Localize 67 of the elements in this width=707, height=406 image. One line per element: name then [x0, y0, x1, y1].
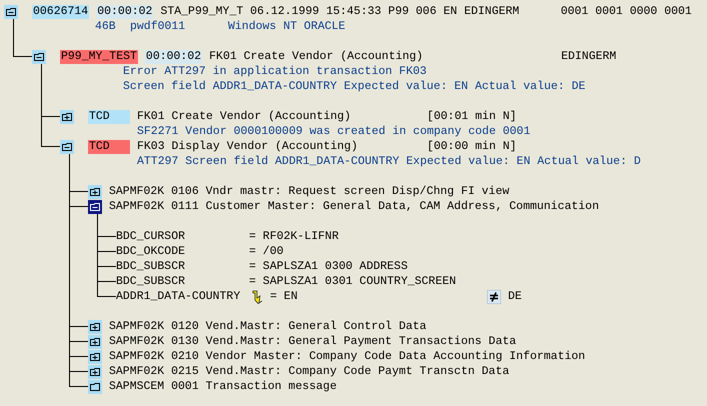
node-title: FK01 Create Vendor (Accounting): [209, 50, 424, 63]
tree-line: [97, 267, 98, 274]
folder-plus-icon[interactable]: [88, 184, 102, 198]
not-equal-icon: [487, 290, 501, 304]
duration-label: [00:01 min N]: [426, 110, 517, 123]
counter-text: 0001 0001 0000 0001: [560, 5, 692, 18]
screen-title: SAPMF02K 0130 Vend.Mastr: General Payment Transactions Data: [109, 335, 516, 348]
tree-line: [97, 214, 98, 229]
folder-plus-icon[interactable]: [88, 334, 102, 348]
duration-label: 00:00:02: [96, 4, 154, 18]
duration-label: 00:00:02: [144, 50, 202, 64]
system-info: 46B: [95, 20, 117, 33]
folder-minus-icon[interactable]: [60, 140, 74, 154]
node-title: STA_P99_MY_T 06.12.1999 15:45:33 P99 006 EN EDINGERM: [160, 5, 520, 18]
step-type-label: TCD: [88, 140, 130, 154]
system-info: pwdf0011: [130, 20, 186, 33]
screen-title: SAPMF02K 0210 Vendor Master: Company Code Data Accounting Information: [109, 350, 586, 363]
tree-line: [41, 117, 42, 139]
tree-branch-line: [97, 259, 116, 267]
folder-icon[interactable]: [88, 380, 102, 394]
field-name: BDC_CURSOR: [116, 230, 186, 243]
field-value: = SAPLSZA1 0300 ADDRESS: [249, 260, 408, 273]
screen-title: SAPMSCEM 0001 Transaction message: [109, 380, 338, 393]
field-name: BDC_SUBSCR: [116, 275, 186, 288]
field-name: ADDR1_DATA-COUNTRY: [116, 290, 242, 303]
tree-line: [69, 342, 70, 349]
node-title: FK01 Create Vendor (Accounting): [137, 110, 352, 123]
folder-plus-icon[interactable]: [88, 320, 102, 334]
tree-branch-line: [97, 289, 116, 297]
field-value: = EN: [270, 290, 299, 303]
log-message: SF2271 Vendor 0000100009 was created in company code 0001: [137, 125, 530, 138]
tree-line: [69, 192, 70, 199]
actual-value: DE: [508, 290, 522, 303]
node-title: FK03 Display Vendor (Accounting): [137, 140, 359, 153]
folder-minus-icon[interactable]: [4, 4, 18, 18]
screen-title: SAPMF02K 0111 Customer Master: General Data, CAM Address, Communication: [109, 200, 599, 213]
field-value: = SAPLSZA1 0301 COUNTRY_SCREEN: [249, 275, 456, 288]
screen-title: SAPMF02K 0215 Vend.Mastr: Company Code Paymt Transctn Data: [109, 365, 510, 378]
tree-line: [97, 282, 98, 289]
tree-line: [69, 357, 70, 364]
field-name: BDC_OKCODE: [116, 245, 186, 258]
folder-minus-icon[interactable]: [32, 50, 46, 64]
duration-label: [00:00 min N]: [426, 140, 517, 153]
field-name: BDC_SUBSCR: [116, 260, 186, 273]
folder-minus-icon[interactable]: [88, 200, 102, 214]
log-message: Error ATT297 in application transaction FK03: [123, 65, 427, 78]
log-message: Screen field ADDR1_DATA-COUNTRY Expected value: EN Actual value: DE: [123, 80, 586, 93]
folder-plus-icon[interactable]: [60, 110, 74, 124]
screen-title: SAPMF02K 0106 Vndr mastr: Request screen Disp/Chng FI view: [109, 185, 510, 198]
run-number-label: 00626714: [32, 4, 90, 18]
tree-line: [69, 327, 70, 334]
tree-line: [69, 372, 70, 379]
tree-branch-line: [97, 244, 116, 252]
system-info: Windows NT ORACLE: [228, 20, 346, 33]
tree-branch-line: [97, 229, 116, 237]
screen-title: SAPMF02K 0120 Vend.Mastr: General Control Data: [109, 320, 426, 333]
folder-plus-icon[interactable]: [88, 350, 102, 364]
tree-branch-line: [97, 274, 116, 282]
tree-line: [97, 252, 98, 259]
test-name-label: P99_MY_TEST: [60, 50, 138, 64]
log-message: ATT297 Screen field ADDR1_DATA-COUNTRY Expected value: EN Actual value: D: [137, 155, 641, 168]
field-value: = RF02K-LIFNR: [249, 230, 339, 243]
tree-line: [97, 237, 98, 244]
folder-plus-icon[interactable]: [88, 364, 102, 378]
user-name: EDINGERM: [561, 50, 616, 63]
field-value: = /00: [249, 245, 284, 258]
step-type-label: TCD: [88, 110, 130, 124]
